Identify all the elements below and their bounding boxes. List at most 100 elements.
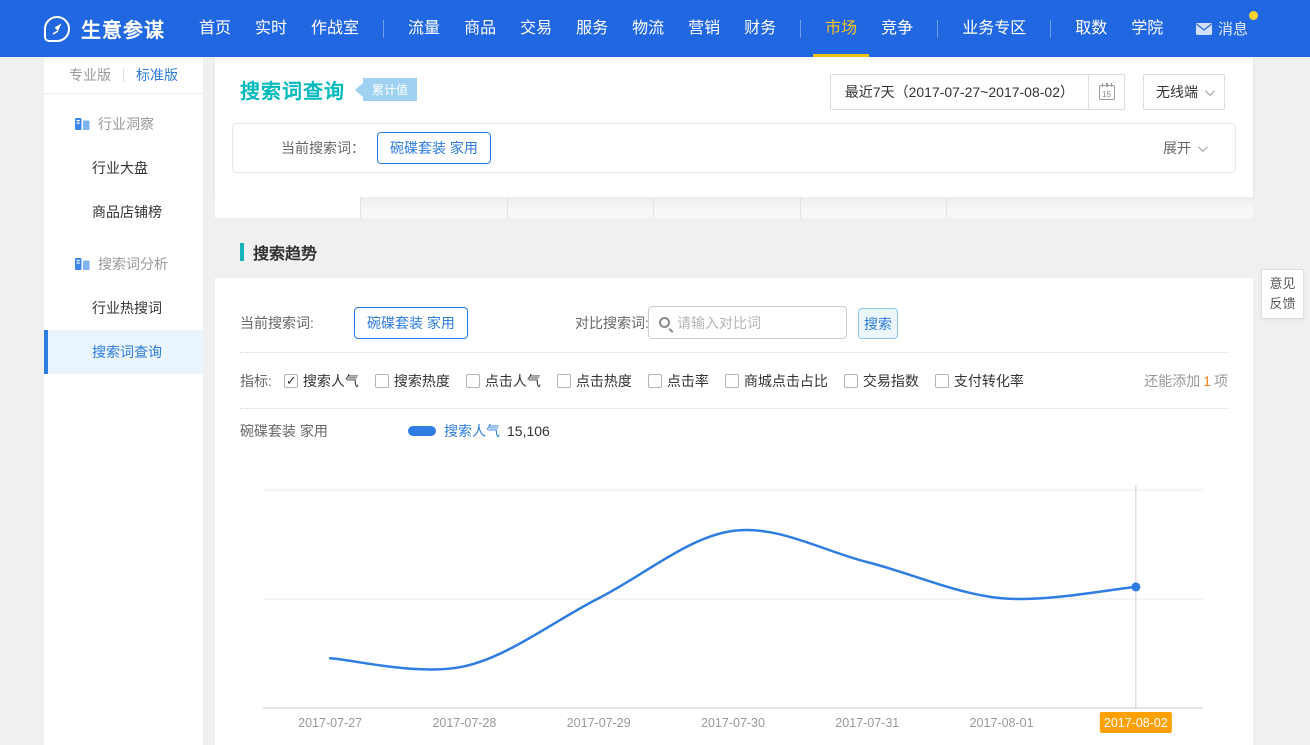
calendar-button[interactable]: 15 bbox=[1088, 74, 1124, 110]
version-standard-link[interactable]: 标准版 bbox=[136, 65, 178, 85]
search-trend-line-chart[interactable]: 2017-07-272017-07-282017-07-292017-07-30… bbox=[240, 478, 1228, 740]
nav-item-business-zone[interactable]: 业务专区 bbox=[950, 0, 1038, 57]
tab-segment[interactable] bbox=[507, 197, 653, 218]
nav-divider bbox=[800, 20, 801, 38]
nav-item-realtime[interactable]: 实时 bbox=[243, 0, 299, 57]
sycm-logo-icon[interactable] bbox=[44, 16, 70, 42]
sidebar-item-search-word-query[interactable]: 搜索词查询 bbox=[44, 330, 203, 374]
metric-checkbox-pay-conversion[interactable]: 支付转化率 bbox=[935, 371, 1024, 391]
nav-item-goods[interactable]: 商品 bbox=[452, 0, 508, 57]
nav-item-service[interactable]: 服务 bbox=[564, 0, 620, 57]
checkbox-icon[interactable] bbox=[466, 374, 480, 388]
sidebar-group-label: 搜索词分析 bbox=[98, 254, 168, 274]
nav-item-trade[interactable]: 交易 bbox=[508, 0, 564, 57]
trend-current-label: 当前搜索词: bbox=[240, 306, 314, 340]
metric-checkbox-trade-index[interactable]: 交易指数 bbox=[844, 371, 919, 391]
compare-input-wrap bbox=[648, 306, 847, 339]
checkbox-icon[interactable] bbox=[935, 374, 949, 388]
compare-input[interactable] bbox=[677, 315, 827, 331]
page-title: 搜索词查询 bbox=[240, 75, 345, 104]
notification-dot-badge bbox=[1249, 11, 1258, 20]
legend-line-marker[interactable] bbox=[408, 426, 436, 436]
nav-item-traffic[interactable]: 流量 bbox=[396, 0, 452, 57]
svg-text:2017-07-30: 2017-07-30 bbox=[701, 716, 765, 730]
nav-item-warroom[interactable]: 作战室 bbox=[299, 0, 371, 57]
cumulative-value-tag: 累计值 bbox=[355, 78, 417, 101]
checkbox-checked-icon[interactable] bbox=[284, 374, 298, 388]
metric-checkbox-search-popularity[interactable]: 搜索人气 bbox=[284, 371, 359, 391]
expand-link[interactable]: 展开 bbox=[1163, 138, 1205, 158]
search-trend-card: 当前搜索词: 碗碟套装 家用 对比搜索词: 搜索 指标: 搜索人气 搜索热度 点… bbox=[215, 278, 1253, 745]
feedback-button[interactable]: 意见 反馈 bbox=[1261, 269, 1304, 319]
keyword-chip[interactable]: 碗碟套装 家用 bbox=[377, 132, 491, 164]
chevron-down-icon bbox=[1198, 142, 1208, 152]
current-search-word-label: 当前搜索词： bbox=[281, 138, 365, 158]
nav-item-academy[interactable]: 学院 bbox=[1119, 0, 1175, 57]
svg-text:2017-07-27: 2017-07-27 bbox=[298, 716, 362, 730]
version-divider bbox=[123, 68, 124, 82]
metric-checkbox-click-popularity[interactable]: 点击人气 bbox=[466, 371, 541, 391]
tab-segment[interactable] bbox=[653, 197, 800, 218]
tab-segment[interactable] bbox=[946, 197, 1253, 218]
sidebar-item-hot-search-words[interactable]: 行业热搜词 bbox=[44, 286, 203, 330]
date-range-text[interactable]: 最近7天（2017-07-27~2017-08-02） bbox=[831, 82, 1088, 102]
search-button[interactable]: 搜索 bbox=[858, 308, 898, 339]
tab-segment-active[interactable] bbox=[215, 197, 360, 218]
current-search-word-bar: 当前搜索词： 碗碟套装 家用 展开 bbox=[232, 123, 1236, 173]
page-header-card: 搜索词查询 累计值 最近7天（2017-07-27~2017-08-02） 15… bbox=[215, 57, 1253, 197]
messages-label: 消息 bbox=[1218, 18, 1248, 39]
metric-checkbox-mall-click-share[interactable]: 商城点击占比 bbox=[725, 371, 828, 391]
nav-divider bbox=[1050, 20, 1051, 38]
legend-keyword: 碗碟套装 家用 bbox=[240, 421, 408, 441]
checkbox-icon[interactable] bbox=[375, 374, 389, 388]
device-dropdown[interactable]: 无线端 bbox=[1143, 74, 1225, 110]
nav-divider bbox=[937, 20, 938, 38]
tab-segment[interactable] bbox=[360, 197, 507, 218]
messages-button[interactable]: 消息 bbox=[1196, 18, 1258, 39]
dotted-divider bbox=[240, 408, 1228, 409]
nav-item-competition[interactable]: 竞争 bbox=[869, 0, 925, 57]
nav-item-market-active[interactable]: 市场 bbox=[813, 0, 869, 57]
nav-item-marketing[interactable]: 营销 bbox=[676, 0, 732, 57]
clipped-tab-strip bbox=[215, 197, 1253, 218]
trend-keyword-chip[interactable]: 碗碟套装 家用 bbox=[354, 307, 468, 339]
metrics-row: 指标: 搜索人气 搜索热度 点击人气 点击热度 点击率 商城点击占比 交易指数 … bbox=[240, 366, 1228, 396]
tab-segment[interactable] bbox=[800, 197, 946, 218]
tag-arrow bbox=[355, 83, 363, 97]
checkbox-icon[interactable] bbox=[725, 374, 739, 388]
sidebar-group-search-analysis: 搜索词分析 bbox=[44, 242, 203, 286]
sidebar: 专业版 标准版 行业洞察 行业大盘 商品店铺榜 搜索词分析 行业热搜词 搜索词查… bbox=[44, 57, 203, 745]
trend-search-row: 当前搜索词: 碗碟套装 家用 对比搜索词: 搜索 bbox=[240, 306, 1228, 342]
sidebar-group-label: 行业洞察 bbox=[98, 114, 154, 134]
nav-item-home[interactable]: 首页 bbox=[187, 0, 243, 57]
legend-row: 碗碟套装 家用 搜索人气 15,106 bbox=[240, 418, 550, 444]
version-pro-link[interactable]: 专业版 bbox=[69, 65, 111, 85]
version-switcher: 专业版 标准版 bbox=[44, 57, 203, 94]
nav-item-logistics[interactable]: 物流 bbox=[620, 0, 676, 57]
brand-name[interactable]: 生意参谋 bbox=[81, 14, 165, 43]
compass-needle-icon bbox=[47, 19, 67, 39]
checkbox-icon[interactable] bbox=[557, 374, 571, 388]
checkbox-icon[interactable] bbox=[844, 374, 858, 388]
section-title-bar bbox=[240, 243, 244, 261]
remaining-addable-text: 还能添加1项 bbox=[1144, 371, 1228, 391]
metric-checkbox-click-rate[interactable]: 点击率 bbox=[648, 371, 709, 391]
nav-divider bbox=[383, 20, 384, 38]
compare-label: 对比搜索词: bbox=[575, 306, 649, 340]
date-range-picker[interactable]: 最近7天（2017-07-27~2017-08-02） 15 bbox=[830, 74, 1125, 110]
nav-item-data-fetch[interactable]: 取数 bbox=[1063, 0, 1119, 57]
metric-checkbox-search-heat[interactable]: 搜索热度 bbox=[375, 371, 450, 391]
app-root: 生意参谋 首页 实时 作战室 流量 商品 交易 服务 物流 营销 财务 市场 竞… bbox=[0, 0, 1310, 745]
metric-checkbox-click-heat[interactable]: 点击热度 bbox=[557, 371, 632, 391]
checkbox-icon[interactable] bbox=[648, 374, 662, 388]
remaining-count: 1 bbox=[1200, 373, 1214, 389]
sidebar-item-goods-shop-rank[interactable]: 商品店铺榜 bbox=[44, 190, 203, 234]
legend-series-name[interactable]: 搜索人气 bbox=[444, 421, 500, 441]
calendar-icon: 15 bbox=[1099, 85, 1115, 100]
chevron-down-icon bbox=[1205, 86, 1215, 96]
legend-series-value: 15,106 bbox=[507, 423, 550, 439]
top-navbar: 生意参谋 首页 实时 作战室 流量 商品 交易 服务 物流 营销 财务 市场 竞… bbox=[0, 0, 1310, 57]
svg-text:2017-07-28: 2017-07-28 bbox=[432, 716, 496, 730]
sidebar-item-industry-dashboard[interactable]: 行业大盘 bbox=[44, 146, 203, 190]
nav-item-finance[interactable]: 财务 bbox=[732, 0, 788, 57]
